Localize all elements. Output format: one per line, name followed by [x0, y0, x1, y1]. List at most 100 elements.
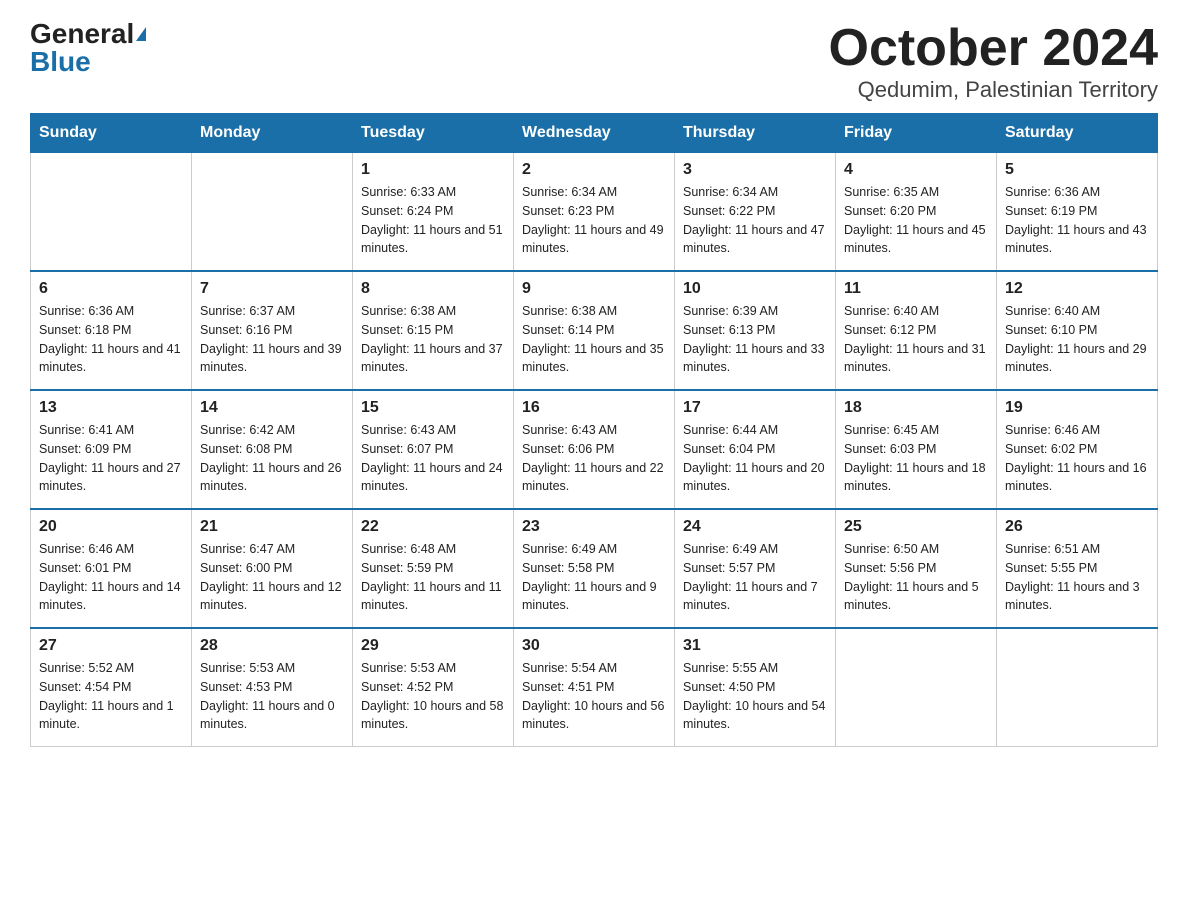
calendar-cell: 27Sunrise: 5:52 AMSunset: 4:54 PMDayligh…: [31, 628, 192, 747]
day-number: 28: [200, 637, 344, 655]
day-number: 22: [361, 518, 505, 536]
calendar-cell: 31Sunrise: 5:55 AMSunset: 4:50 PMDayligh…: [675, 628, 836, 747]
day-info: Sunrise: 6:43 AMSunset: 6:06 PMDaylight:…: [522, 421, 666, 496]
header-sunday: Sunday: [31, 114, 192, 153]
calendar-week-row: 20 Sunrise: 6:46 AMSunset: 6:01 PMDayligh…: [31, 509, 1158, 628]
day-number: 20: [39, 518, 183, 536]
calendar-week-row: 13 Sunrise: 6:41 AMSunset: 6:09 PMDayligh…: [31, 390, 1158, 509]
calendar-cell: 11 Sunrise: 6:40 AMSunset: 6:12 PMDayligh…: [836, 271, 997, 390]
day-number: 8: [361, 280, 505, 298]
calendar-cell: 18 Sunrise: 6:45 AMSunset: 6:03 PMDayligh…: [836, 390, 997, 509]
day-info: Sunrise: 5:54 AMSunset: 4:51 PMDaylight:…: [522, 659, 666, 734]
calendar-cell: 2Sunrise: 6:34 AMSunset: 6:23 PMDaylight…: [514, 153, 675, 272]
logo: General Blue: [30, 20, 146, 76]
day-number: 14: [200, 399, 344, 417]
day-info: Sunrise: 6:37 AMSunset: 6:16 PMDaylight:…: [200, 302, 344, 377]
calendar-cell: 24 Sunrise: 6:49 AMSunset: 5:57 PMDayligh…: [675, 509, 836, 628]
day-number: 26: [1005, 518, 1149, 536]
day-info: Sunrise: 6:48 AMSunset: 5:59 PMDaylight:…: [361, 540, 505, 615]
day-number: 11: [844, 280, 988, 298]
day-number: 9: [522, 280, 666, 298]
calendar-cell: [192, 153, 353, 272]
day-info: Sunrise: 6:45 AMSunset: 6:03 PMDaylight:…: [844, 421, 988, 496]
day-info: Sunrise: 6:47 AMSunset: 6:00 PMDaylight:…: [200, 540, 344, 615]
page-title: October 2024: [829, 20, 1159, 77]
calendar-cell: 25 Sunrise: 6:50 AMSunset: 5:56 PMDayligh…: [836, 509, 997, 628]
day-info: Sunrise: 6:40 AMSunset: 6:12 PMDaylight:…: [844, 302, 988, 377]
calendar-cell: 26 Sunrise: 6:51 AMSunset: 5:55 PMDayligh…: [997, 509, 1158, 628]
calendar-cell: 16 Sunrise: 6:43 AMSunset: 6:06 PMDayligh…: [514, 390, 675, 509]
calendar-cell: 17Sunrise: 6:44 AMSunset: 6:04 PMDayligh…: [675, 390, 836, 509]
calendar-cell: 9 Sunrise: 6:38 AMSunset: 6:14 PMDaylight…: [514, 271, 675, 390]
day-number: 24: [683, 518, 827, 536]
day-info: Sunrise: 6:36 AMSunset: 6:18 PMDaylight:…: [39, 302, 183, 377]
day-number: 1: [361, 161, 505, 179]
day-info: Sunrise: 6:46 AMSunset: 6:02 PMDaylight:…: [1005, 421, 1149, 496]
calendar-week-row: 6 Sunrise: 6:36 AMSunset: 6:18 PMDaylight…: [31, 271, 1158, 390]
calendar-cell: [836, 628, 997, 747]
day-info: Sunrise: 5:53 AMSunset: 4:53 PMDaylight:…: [200, 659, 344, 734]
calendar-cell: 8Sunrise: 6:38 AMSunset: 6:15 PMDaylight…: [353, 271, 514, 390]
logo-blue-text: Blue: [30, 48, 91, 76]
day-number: 13: [39, 399, 183, 417]
day-info: Sunrise: 6:38 AMSunset: 6:14 PMDaylight:…: [522, 302, 666, 377]
day-info: Sunrise: 6:51 AMSunset: 5:55 PMDaylight:…: [1005, 540, 1149, 615]
calendar-cell: 28 Sunrise: 5:53 AMSunset: 4:53 PMDayligh…: [192, 628, 353, 747]
page-header: General Blue October 2024 Qedumim, Pales…: [30, 20, 1158, 103]
day-info: Sunrise: 6:42 AMSunset: 6:08 PMDaylight:…: [200, 421, 344, 496]
calendar-cell: 13 Sunrise: 6:41 AMSunset: 6:09 PMDayligh…: [31, 390, 192, 509]
day-info: Sunrise: 6:44 AMSunset: 6:04 PMDaylight:…: [683, 421, 827, 496]
day-number: 6: [39, 280, 183, 298]
calendar-cell: 22 Sunrise: 6:48 AMSunset: 5:59 PMDayligh…: [353, 509, 514, 628]
calendar-cell: 19 Sunrise: 6:46 AMSunset: 6:02 PMDayligh…: [997, 390, 1158, 509]
header-thursday: Thursday: [675, 114, 836, 153]
day-info: Sunrise: 6:41 AMSunset: 6:09 PMDaylight:…: [39, 421, 183, 496]
day-number: 21: [200, 518, 344, 536]
day-number: 25: [844, 518, 988, 536]
logo-general-text: General: [30, 20, 134, 48]
day-number: 19: [1005, 399, 1149, 417]
day-info: Sunrise: 6:46 AMSunset: 6:01 PMDaylight:…: [39, 540, 183, 615]
day-info: Sunrise: 6:34 AMSunset: 6:22 PMDaylight:…: [683, 183, 827, 258]
day-info: Sunrise: 6:50 AMSunset: 5:56 PMDaylight:…: [844, 540, 988, 615]
calendar-header-row: SundayMondayTuesdayWednesdayThursdayFrid…: [31, 114, 1158, 153]
day-number: 29: [361, 637, 505, 655]
calendar-cell: 10 Sunrise: 6:39 AMSunset: 6:13 PMDayligh…: [675, 271, 836, 390]
calendar-cell: [997, 628, 1158, 747]
day-info: Sunrise: 5:52 AMSunset: 4:54 PMDaylight:…: [39, 659, 183, 734]
day-number: 2: [522, 161, 666, 179]
day-number: 3: [683, 161, 827, 179]
day-number: 12: [1005, 280, 1149, 298]
calendar-table: SundayMondayTuesdayWednesdayThursdayFrid…: [30, 113, 1158, 747]
day-info: Sunrise: 5:55 AMSunset: 4:50 PMDaylight:…: [683, 659, 827, 734]
calendar-cell: 1Sunrise: 6:33 AMSunset: 6:24 PMDaylight…: [353, 153, 514, 272]
day-number: 18: [844, 399, 988, 417]
calendar-cell: 23Sunrise: 6:49 AMSunset: 5:58 PMDayligh…: [514, 509, 675, 628]
calendar-cell: [31, 153, 192, 272]
header-wednesday: Wednesday: [514, 114, 675, 153]
calendar-cell: 30 Sunrise: 5:54 AMSunset: 4:51 PMDayligh…: [514, 628, 675, 747]
day-number: 15: [361, 399, 505, 417]
day-number: 30: [522, 637, 666, 655]
day-info: Sunrise: 6:40 AMSunset: 6:10 PMDaylight:…: [1005, 302, 1149, 377]
day-number: 23: [522, 518, 666, 536]
day-info: Sunrise: 6:43 AMSunset: 6:07 PMDaylight:…: [361, 421, 505, 496]
day-info: Sunrise: 6:36 AMSunset: 6:19 PMDaylight:…: [1005, 183, 1149, 258]
calendar-week-row: 1Sunrise: 6:33 AMSunset: 6:24 PMDaylight…: [31, 153, 1158, 272]
calendar-cell: 21 Sunrise: 6:47 AMSunset: 6:00 PMDayligh…: [192, 509, 353, 628]
day-info: Sunrise: 6:49 AMSunset: 5:57 PMDaylight:…: [683, 540, 827, 615]
day-number: 10: [683, 280, 827, 298]
calendar-cell: 4 Sunrise: 6:35 AMSunset: 6:20 PMDaylight…: [836, 153, 997, 272]
calendar-cell: 15 Sunrise: 6:43 AMSunset: 6:07 PMDayligh…: [353, 390, 514, 509]
calendar-cell: 5 Sunrise: 6:36 AMSunset: 6:19 PMDaylight…: [997, 153, 1158, 272]
day-number: 4: [844, 161, 988, 179]
header-monday: Monday: [192, 114, 353, 153]
day-info: Sunrise: 5:53 AMSunset: 4:52 PMDaylight:…: [361, 659, 505, 734]
calendar-week-row: 27Sunrise: 5:52 AMSunset: 4:54 PMDayligh…: [31, 628, 1158, 747]
logo-triangle-icon: [136, 27, 146, 41]
day-number: 16: [522, 399, 666, 417]
day-info: Sunrise: 6:35 AMSunset: 6:20 PMDaylight:…: [844, 183, 988, 258]
day-number: 7: [200, 280, 344, 298]
day-number: 5: [1005, 161, 1149, 179]
day-info: Sunrise: 6:39 AMSunset: 6:13 PMDaylight:…: [683, 302, 827, 377]
